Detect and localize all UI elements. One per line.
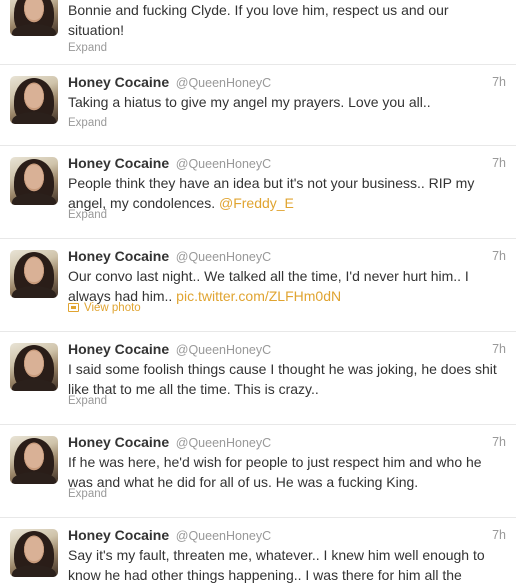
user-handle[interactable]: @QueenHoneyC bbox=[176, 529, 271, 543]
tweet-item[interactable]: Honey Cocaine @QueenHoneyC 7h If he was … bbox=[0, 425, 516, 518]
tweet-time[interactable]: 7h bbox=[492, 526, 506, 544]
user-name[interactable]: Honey Cocaine bbox=[68, 434, 169, 450]
expand-link[interactable]: Expand bbox=[68, 487, 107, 501]
tweet-header: Honey Cocaine @QueenHoneyC 7h bbox=[68, 433, 506, 451]
tweet-item[interactable]: Honey Cocaine @QueenHoneyC 7h People thi… bbox=[0, 146, 516, 239]
expand-link[interactable]: Expand bbox=[68, 41, 107, 55]
expand-link[interactable]: Expand bbox=[68, 116, 107, 130]
tweet-text: Our convo last night.. We talked all the… bbox=[68, 268, 469, 304]
user-handle[interactable]: @QueenHoneyC bbox=[176, 343, 271, 357]
avatar[interactable] bbox=[10, 343, 58, 391]
user-name[interactable]: Honey Cocaine bbox=[68, 527, 169, 543]
avatar[interactable] bbox=[10, 250, 58, 298]
tweet-time[interactable]: 7h bbox=[492, 73, 506, 91]
user-handle[interactable]: @QueenHoneyC bbox=[176, 250, 271, 264]
view-photo-link[interactable]: View photo bbox=[68, 301, 141, 315]
tweet-item[interactable]: Honey Cocaine @QueenHoneyC 7h Our convo … bbox=[0, 239, 516, 332]
tweet-text: Say it's my fault, threaten me, whatever… bbox=[68, 547, 485, 583]
tweet-item[interactable]: Honey Cocaine @QueenHoneyC 7h Say it's m… bbox=[0, 518, 516, 583]
tweet-time[interactable]: 7h bbox=[492, 247, 506, 265]
tweet-header: Honey Cocaine @QueenHoneyC 7h bbox=[68, 526, 506, 544]
tweet-time[interactable]: 7h bbox=[492, 433, 506, 451]
avatar[interactable] bbox=[10, 76, 58, 124]
expand-link[interactable]: Expand bbox=[68, 394, 107, 408]
user-name[interactable]: Honey Cocaine bbox=[68, 155, 169, 171]
mention-link[interactable]: @Freddy_E bbox=[219, 195, 294, 211]
tweet-header: Honey Cocaine @QueenHoneyC 7h bbox=[68, 340, 506, 358]
tweet-time[interactable]: 7h bbox=[492, 154, 506, 172]
tweet-item[interactable]: Honey Cocaine @QueenHoneyC 7h Taking a h… bbox=[0, 65, 516, 146]
tweet-item[interactable]: Honey Cocaine @QueenHoneyC 7h I said som… bbox=[0, 332, 516, 425]
photo-icon bbox=[68, 303, 79, 312]
user-name[interactable]: Honey Cocaine bbox=[68, 248, 169, 264]
tweet-text: I said some foolish things cause I thoug… bbox=[68, 361, 497, 397]
tweet-header: Honey Cocaine @QueenHoneyC 7h bbox=[68, 73, 506, 91]
tweet-time[interactable]: 7h bbox=[492, 340, 506, 358]
tweet-text: If he was here, he'd wish for people to … bbox=[68, 454, 482, 490]
user-handle[interactable]: @QueenHoneyC bbox=[176, 157, 271, 171]
user-name[interactable]: Honey Cocaine bbox=[68, 74, 169, 90]
user-handle[interactable]: @QueenHoneyC bbox=[176, 436, 271, 450]
avatar[interactable] bbox=[10, 529, 58, 577]
expand-link[interactable]: Expand bbox=[68, 208, 107, 222]
tweet-text: Taking a hiatus to give my angel my pray… bbox=[68, 94, 431, 110]
tweet-item[interactable]: Bonnie and fucking Clyde. If you love hi… bbox=[0, 0, 516, 65]
photo-link[interactable]: pic.twitter.com/ZLFHm0dN bbox=[176, 288, 341, 304]
user-name[interactable]: Honey Cocaine bbox=[68, 341, 169, 357]
tweet-header: Honey Cocaine @QueenHoneyC 7h bbox=[68, 154, 506, 172]
user-handle[interactable]: @QueenHoneyC bbox=[176, 76, 271, 90]
tweet-text: People think they have an idea but it's … bbox=[68, 175, 475, 211]
avatar[interactable] bbox=[10, 0, 58, 36]
avatar[interactable] bbox=[10, 436, 58, 484]
tweet-text: Bonnie and fucking Clyde. If you love hi… bbox=[68, 2, 449, 38]
tweet-header: Honey Cocaine @QueenHoneyC 7h bbox=[68, 247, 506, 265]
avatar[interactable] bbox=[10, 157, 58, 205]
